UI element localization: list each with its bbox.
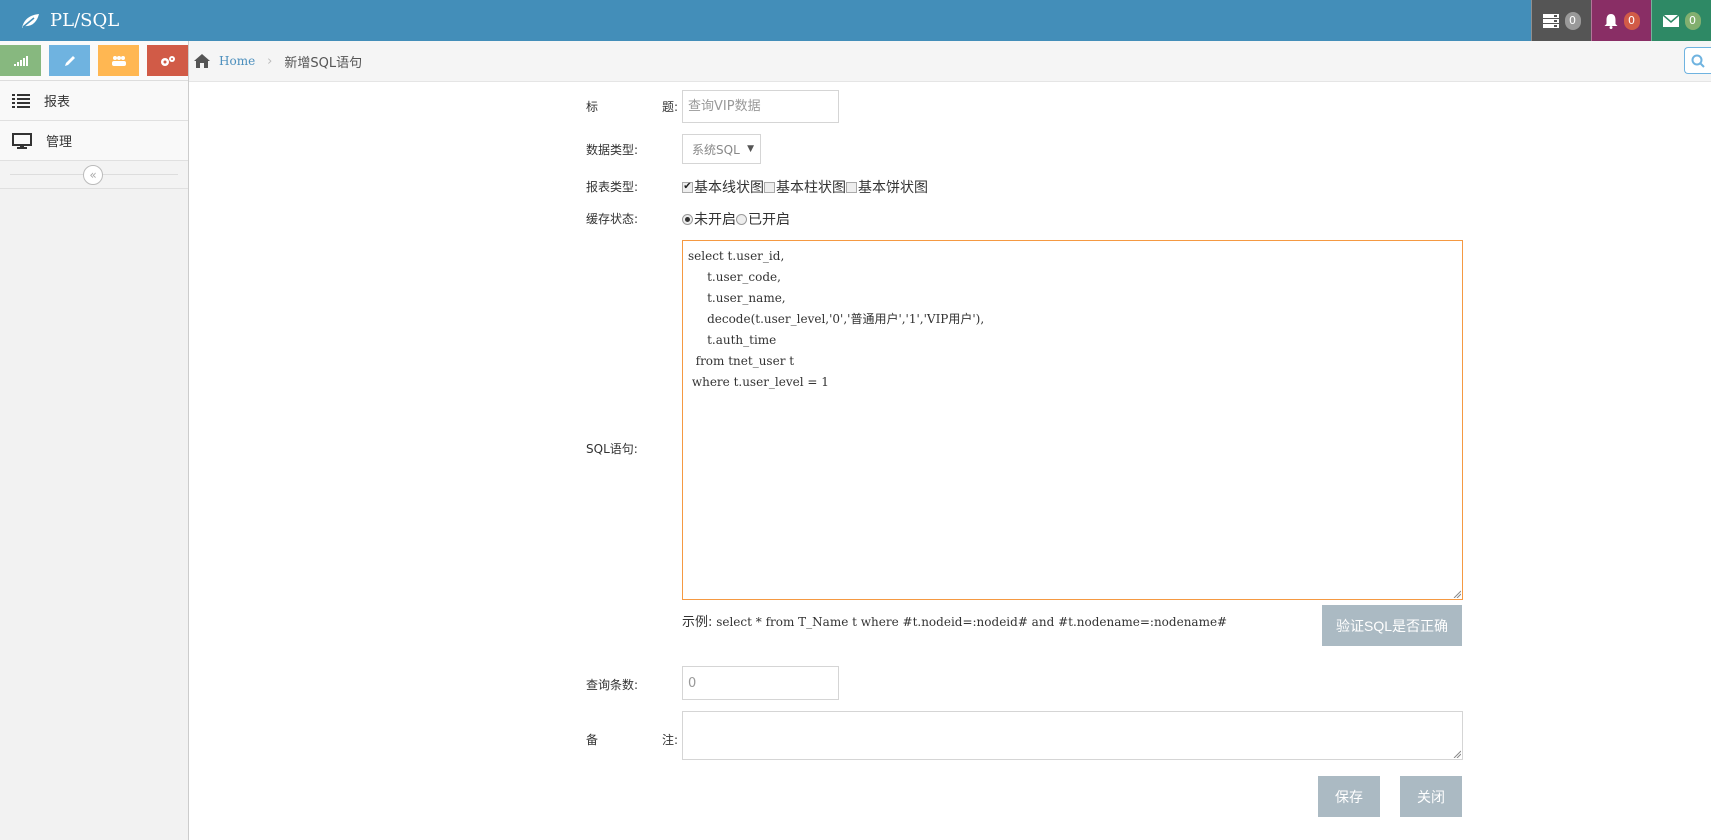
sql-text: select t.user_id, t.user_code, t.user_na… — [688, 249, 985, 389]
notes-label-b: 注: — [661, 733, 678, 747]
chart-type-label: 报表类型: — [586, 180, 639, 194]
bar-chart-label: 基本柱状图 — [776, 180, 846, 196]
pie-chart-checkbox[interactable] — [846, 181, 857, 193]
data-type-value: 系统SQL — [692, 142, 740, 157]
save-button[interactable]: 保存 — [1318, 776, 1380, 817]
cache-off-radio[interactable] — [682, 213, 693, 225]
alerts-badge: 0 — [1623, 11, 1640, 30]
sql-example: 示例: select * from T_Name t where #t.node… — [682, 611, 1227, 630]
notes-textarea[interactable] — [682, 711, 1463, 760]
signal-icon — [13, 55, 28, 66]
cache-on-label: 已开启 — [748, 212, 790, 228]
cogs-icon — [160, 55, 175, 66]
tasks-badge: 0 — [1564, 11, 1581, 30]
leaf-icon — [22, 13, 39, 28]
cache-options: 未开启 已开启 — [682, 209, 790, 229]
notes-label-a: 备 — [586, 733, 599, 747]
sql-form: 标 题: 数据类型: 系统SQL ▼ 报表类型: ✔ 基本线状图 基本柱状图 基… — [0, 0, 1711, 840]
tasks-nav-button[interactable]: 0 — [1531, 0, 1591, 41]
sql-label: SQL语句: — [586, 442, 638, 456]
sidebar-item-label: 报表 — [44, 95, 71, 110]
resize-handle-icon[interactable] — [1453, 590, 1461, 598]
shortcut-edit-button[interactable] — [49, 45, 90, 76]
list-icon — [12, 93, 30, 108]
cache-on-radio[interactable] — [736, 213, 747, 225]
line-chart-label: 基本线状图 — [694, 180, 764, 196]
collapse-sidebar-button[interactable]: « — [83, 165, 103, 185]
title-label: 标 题: — [586, 98, 678, 115]
shortcut-stats-button[interactable] — [0, 45, 41, 76]
title-input[interactable] — [682, 90, 839, 123]
messages-badge: 0 — [1684, 11, 1701, 30]
chart-type-options: ✔ 基本线状图 基本柱状图 基本饼状图 — [682, 177, 928, 197]
sidebar-item-label: 管理 — [46, 135, 73, 150]
title-label-b: 题: — [661, 100, 678, 114]
bar-chart-checkbox[interactable] — [764, 181, 775, 193]
cache-label: 缓存状态: — [586, 212, 639, 226]
envelope-icon — [1662, 14, 1679, 27]
notes-label: 备 注: — [586, 731, 678, 748]
server-icon — [1542, 13, 1559, 28]
shortcut-settings-button[interactable] — [147, 45, 188, 76]
search-icon — [1691, 54, 1705, 68]
group-icon — [111, 55, 126, 66]
brand[interactable]: PL/SQL — [20, 0, 119, 41]
pie-chart-label: 基本饼状图 — [858, 180, 928, 196]
sidebar: 报表 管理 « — [0, 41, 189, 840]
query-count-label: 查询条数: — [586, 678, 639, 692]
brand-name: PL/SQL — [50, 10, 120, 31]
breadcrumb-home-link[interactable]: Home — [219, 54, 255, 68]
bell-icon — [1604, 13, 1617, 29]
cache-off-label: 未开启 — [694, 212, 736, 228]
resize-handle-icon[interactable] — [1453, 750, 1461, 758]
messages-nav-button[interactable]: 0 — [1651, 0, 1711, 41]
desktop-icon — [12, 132, 32, 149]
home-icon[interactable] — [193, 53, 211, 69]
sidebar-item-manage[interactable]: 管理 — [0, 121, 188, 161]
nav-notifications: 0 0 0 — [1531, 0, 1711, 41]
alerts-nav-button[interactable]: 0 — [1591, 0, 1651, 41]
top-navbar: PL/SQL 0 0 0 — [0, 0, 1711, 41]
breadcrumb-current: 新增SQL语句 — [284, 55, 363, 71]
caret-down-icon: ▼ — [747, 144, 754, 154]
sql-textarea[interactable]: select t.user_id, t.user_code, t.user_na… — [682, 240, 1463, 600]
verify-sql-button[interactable]: 验证SQL是否正确 — [1322, 605, 1462, 646]
title-label-a: 标 — [586, 100, 599, 114]
query-count-input[interactable] — [682, 666, 839, 700]
data-type-select[interactable]: 系统SQL ▼ — [682, 134, 761, 164]
sidebar-item-reports[interactable]: 报表 — [0, 81, 188, 121]
search-button[interactable] — [1684, 47, 1711, 74]
line-chart-checkbox[interactable]: ✔ — [682, 181, 693, 193]
breadcrumb: Home › 新增SQL语句 — [189, 41, 1711, 82]
close-button[interactable]: 关闭 — [1400, 776, 1462, 817]
pencil-icon — [64, 55, 75, 66]
chevron-right-icon: › — [267, 53, 273, 69]
data-type-label: 数据类型: — [586, 143, 639, 157]
shortcut-users-button[interactable] — [98, 45, 139, 76]
double-chevron-left-icon: « — [89, 168, 97, 182]
example-prefix: 示例: — [682, 615, 713, 630]
sidebar-collapse-bar: « — [0, 161, 188, 189]
sidebar-shortcuts — [0, 41, 188, 81]
example-code: select * from T_Name t where #t.nodeid=:… — [712, 615, 1228, 629]
